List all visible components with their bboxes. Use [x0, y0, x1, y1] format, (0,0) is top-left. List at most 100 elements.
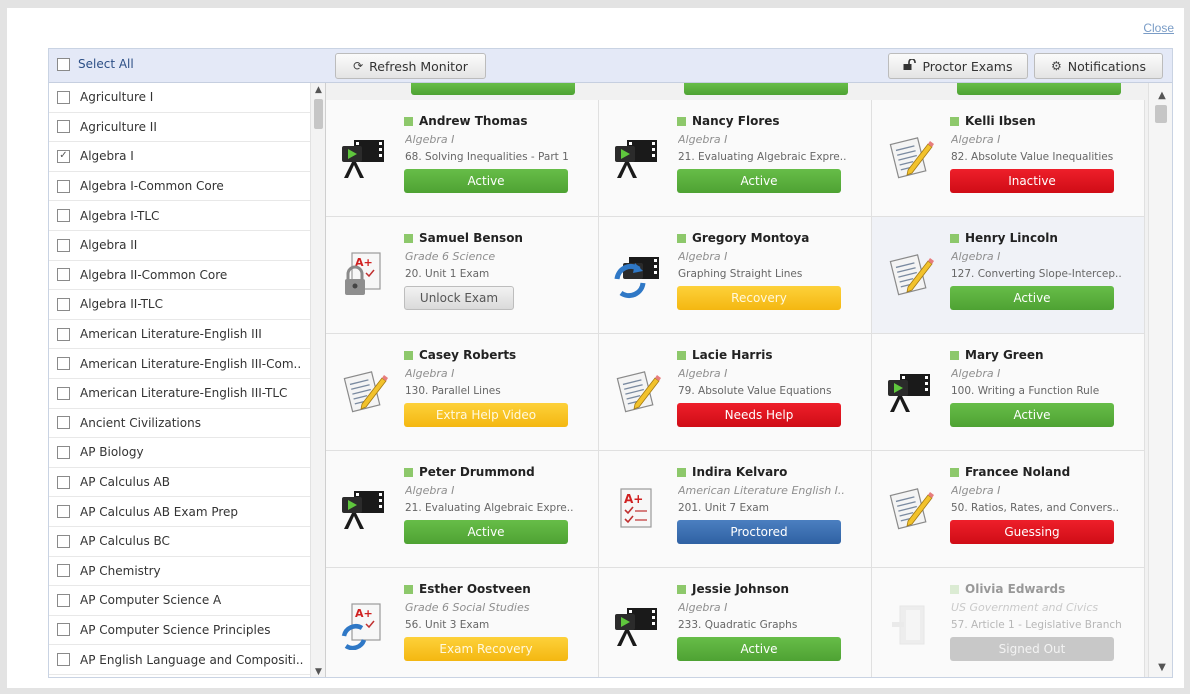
close-link[interactable]: Close [1143, 21, 1174, 35]
course-item[interactable]: American Literature-English III-TLC [49, 379, 325, 409]
status-button[interactable]: Active [404, 520, 568, 544]
worksheet-icon [886, 132, 936, 182]
course-checkbox[interactable] [57, 416, 70, 430]
partial-status-button[interactable] [411, 83, 575, 95]
student-card[interactable]: Andrew Thomas Algebra I 68. Solving Inequa… [326, 100, 599, 217]
student-card[interactable]: A+ Indira Kelvaro American Literature Eng… [599, 451, 872, 568]
course-checkbox[interactable]: ✓ [57, 149, 70, 163]
student-card[interactable]: Lacie Harris Algebra I 79. Absolute Value … [599, 334, 872, 451]
course-checkbox[interactable] [57, 564, 70, 578]
course-item[interactable]: Algebra II [49, 231, 325, 261]
scroll-up-icon[interactable]: ▲ [311, 83, 325, 97]
student-card[interactable]: Jessie Johnson Algebra I 233. Quadratic Gr… [599, 568, 872, 677]
course-item[interactable]: Algebra I-Common Core [49, 172, 325, 202]
status-button[interactable]: Active [677, 169, 841, 193]
course-item[interactable]: AP English Language and Compositi.. [49, 645, 325, 675]
student-lesson: 20. Unit 1 Exam [405, 268, 490, 280]
unlock-exam-button[interactable]: Unlock Exam [404, 286, 514, 310]
course-list-scrollbar[interactable]: ▲ ▼ [310, 83, 325, 677]
student-card[interactable]: Peter Drummond Algebra I 21. Evaluating Al… [326, 451, 599, 568]
course-checkbox[interactable] [57, 179, 70, 193]
course-item[interactable]: AP Calculus BC [49, 527, 325, 557]
online-indicator [677, 233, 686, 243]
scroll-up-icon[interactable]: ▲ [1149, 87, 1172, 103]
status-button[interactable]: Exam Recovery [404, 637, 568, 661]
student-card[interactable]: Nancy Flores Algebra I 21. Evaluating Alge… [599, 100, 872, 217]
select-all-checkbox[interactable] [57, 57, 70, 71]
course-checkbox[interactable] [57, 297, 70, 311]
scroll-thumb[interactable] [1155, 105, 1167, 123]
course-item[interactable]: American Literature-English III-Com.. [49, 349, 325, 379]
status-button[interactable]: Needs Help [677, 403, 841, 427]
student-course: Grade 6 Science [405, 250, 496, 263]
course-checkbox[interactable] [57, 90, 70, 104]
status-button[interactable]: Inactive [950, 169, 1114, 193]
refresh-monitor-button[interactable]: ⟳ Refresh Monitor [335, 53, 486, 79]
course-checkbox[interactable] [57, 209, 70, 223]
status-button[interactable]: Guessing [950, 520, 1114, 544]
course-checkbox[interactable] [57, 357, 70, 371]
student-card[interactable]: Kelli Ibsen Algebra I 82. Absolute Value I… [872, 100, 1145, 217]
course-checkbox[interactable] [57, 327, 70, 341]
course-checkbox[interactable] [57, 505, 70, 519]
course-checkbox[interactable] [57, 593, 70, 607]
course-checkbox[interactable] [57, 238, 70, 252]
course-label: AP English Language and Compositi.. [80, 652, 304, 667]
scroll-thumb[interactable] [314, 99, 323, 129]
course-item[interactable]: AP Chemistry [49, 557, 325, 587]
course-item[interactable]: Agriculture I [49, 83, 325, 113]
status-button[interactable]: Active [950, 403, 1114, 427]
course-item[interactable]: Algebra II-TLC [49, 290, 325, 320]
student-card[interactable]: A+ Samuel Benson Grade 6 Science 20. Unit … [326, 217, 599, 334]
course-label: Algebra II [80, 238, 138, 253]
status-button[interactable]: Active [950, 286, 1114, 310]
student-card[interactable]: Henry Lincoln Algebra I 127. Converting Sl… [872, 217, 1145, 334]
course-checkbox[interactable] [57, 623, 70, 637]
course-item[interactable]: American Literature-English III [49, 320, 325, 350]
scroll-down-icon[interactable]: ▼ [311, 665, 325, 677]
student-info: Casey Roberts Algebra I 130. Parallel Line… [404, 348, 594, 427]
student-card[interactable]: Francee Noland Algebra I 50. Ratios, Rates… [872, 451, 1145, 568]
worksheet-icon [886, 249, 936, 299]
status-button[interactable]: Signed Out [950, 637, 1114, 661]
proctor-exams-button[interactable]: Proctor Exams [888, 53, 1028, 79]
course-item[interactable]: AP Biology [49, 438, 325, 468]
online-indicator [677, 116, 686, 126]
course-checkbox[interactable] [57, 445, 70, 459]
status-button[interactable]: Recovery [677, 286, 841, 310]
status-button[interactable]: Extra Help Video [404, 403, 568, 427]
student-info: Samuel Benson Grade 6 Science 20. Unit 1 E… [404, 231, 594, 310]
student-course: Grade 6 Social Studies [405, 601, 530, 614]
student-card[interactable]: Mary Green Algebra I 100. Writing a Functi… [872, 334, 1145, 451]
course-item[interactable]: AP Computer Science Principles [49, 616, 325, 646]
status-button[interactable]: Proctored [677, 520, 841, 544]
course-item[interactable]: AP Calculus AB [49, 468, 325, 498]
course-checkbox[interactable] [57, 268, 70, 282]
course-item[interactable]: ✓ Algebra I [49, 142, 325, 172]
student-card[interactable]: A+ Esther Oostveen Grade 6 Social Studies… [326, 568, 599, 677]
course-item[interactable]: Algebra I-TLC [49, 201, 325, 231]
course-item[interactable]: AP Calculus AB Exam Prep [49, 497, 325, 527]
course-checkbox[interactable] [57, 653, 70, 667]
notifications-button[interactable]: ⚙ Notifications [1034, 53, 1163, 79]
grid-scrollbar[interactable]: ▲ ▼ [1148, 83, 1172, 677]
student-card[interactable]: Olivia Edwards US Government and Civics 57… [872, 568, 1145, 677]
student-card[interactable]: Gregory Montoya Algebra I Graphing Straigh… [599, 217, 872, 334]
course-checkbox[interactable] [57, 475, 70, 489]
student-name-row: Gregory Montoya [677, 231, 867, 245]
scroll-down-icon[interactable]: ▼ [1149, 659, 1172, 675]
select-all[interactable]: Select All [57, 57, 134, 71]
course-checkbox[interactable] [57, 120, 70, 134]
course-checkbox[interactable] [57, 534, 70, 548]
status-button[interactable]: Active [404, 169, 568, 193]
partial-status-button[interactable] [957, 83, 1121, 95]
course-item[interactable]: AP Computer Science A [49, 586, 325, 616]
status-button[interactable]: Active [677, 637, 841, 661]
student-card[interactable]: Casey Roberts Algebra I 130. Parallel Line… [326, 334, 599, 451]
course-item[interactable]: Algebra II-Common Core [49, 261, 325, 291]
video-icon [886, 366, 936, 416]
course-item[interactable]: Agriculture II [49, 113, 325, 143]
course-checkbox[interactable] [57, 386, 70, 400]
course-item[interactable]: Ancient Civilizations [49, 409, 325, 439]
partial-status-button[interactable] [684, 83, 848, 95]
